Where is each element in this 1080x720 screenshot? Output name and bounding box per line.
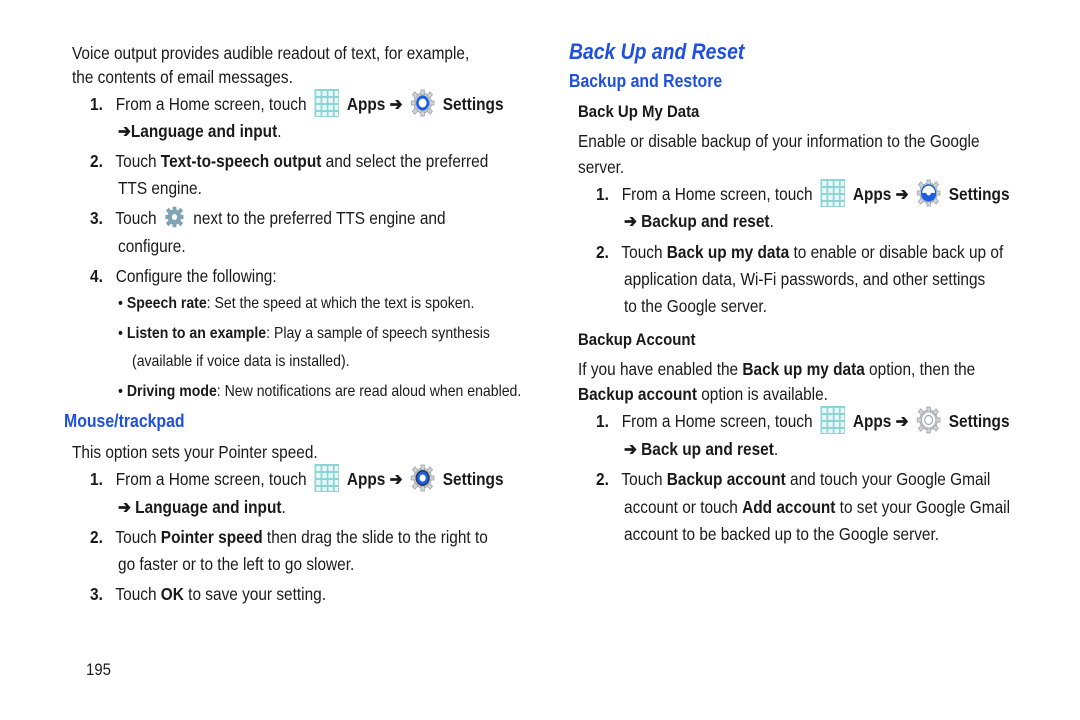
bullet-listen-example-line2: (available if voice data is installed). xyxy=(132,353,350,370)
section2-intro-line1: If you have enabled the Back up my data … xyxy=(578,359,976,379)
section1-intro-line1: Enable or disable backup of your informa… xyxy=(578,131,980,151)
arrow: ➔ xyxy=(389,94,403,114)
step-number: 1. xyxy=(90,94,103,114)
mouse-intro: This option sets your Pointer speed. xyxy=(72,442,318,462)
intro-text-line1: Voice output provides audible readout of… xyxy=(72,43,470,63)
step-3: 3. Touch next to the preferred TTS engin… xyxy=(90,205,446,232)
settings-label: Settings xyxy=(442,94,504,114)
mouse-step-3: 3. Touch OK to save your setting. xyxy=(90,584,327,604)
page-heading: Back Up and Reset xyxy=(569,39,745,64)
section-title-back-up-my-data: Back Up My Data xyxy=(578,102,700,121)
mouse-step-1-line2: ➔ Language and input. xyxy=(118,497,286,517)
step-3-line2: configure. xyxy=(118,236,186,256)
section-heading-mouse-trackpad: Mouse/trackpad xyxy=(64,411,185,431)
section2-intro-line2: Backup account option is available. xyxy=(578,384,828,404)
step-text: From a Home screen, touch xyxy=(115,94,307,114)
backup-step-1: 1. From a Home screen, touch Apps ➔ Sett… xyxy=(596,181,1010,209)
apps-icon xyxy=(820,406,845,434)
account-step-2-line2: account or touch Add account to set your… xyxy=(624,497,1011,517)
step-1: 1. From a Home screen, touch Apps ➔ Sett… xyxy=(90,91,504,119)
subheading: Backup and Restore xyxy=(569,71,723,91)
bullet-listen-example: • Listen to an example: Play a sample of… xyxy=(118,325,490,342)
mouse-step-2-line2: go faster or to the left to go slower. xyxy=(118,554,355,574)
backup-step-2-line3: to the Google server. xyxy=(624,296,767,316)
step-1-line2: ➔Language and input. xyxy=(118,121,282,141)
menu-path: ➔Language and input xyxy=(118,121,278,141)
account-step-1: 1. From a Home screen, touch Apps ➔ Sett… xyxy=(596,408,1010,436)
apps-icon xyxy=(820,179,845,207)
step-2: 2. Touch Text-to-speech output and selec… xyxy=(90,151,489,171)
backup-step-2-line2: application data, Wi-Fi passwords, and o… xyxy=(624,269,986,289)
bullet-speech-rate: • Speech rate: Set the speed at which th… xyxy=(118,295,475,312)
apps-icon xyxy=(314,89,339,117)
apps-icon xyxy=(314,464,339,492)
step-2-line2: TTS engine. xyxy=(118,178,202,198)
mouse-step-2: 2. Touch Pointer speed then drag the sli… xyxy=(90,527,488,547)
page-number: 195 xyxy=(86,660,111,679)
section1-intro-line2: server. xyxy=(578,157,625,177)
intro-text-line2: the contents of email messages. xyxy=(72,67,293,87)
settings-icon xyxy=(410,464,435,492)
bullet-driving-mode: • Driving mode: New notifications are re… xyxy=(118,383,522,400)
settings-icon xyxy=(916,406,941,434)
apps-label: Apps xyxy=(346,94,386,114)
account-step-2: 2. Touch Backup account and touch your G… xyxy=(596,469,991,489)
gear-icon xyxy=(165,207,184,228)
account-step-2-line3: account to be backed up to the Google se… xyxy=(624,524,940,544)
section-title-backup-account: Backup Account xyxy=(578,330,696,349)
account-step-1-line2: ➔ Back up and reset. xyxy=(624,439,779,459)
settings-icon xyxy=(916,179,941,207)
step-4: 4. Configure the following: xyxy=(90,266,277,286)
mouse-step-1: 1. From a Home screen, touch Apps ➔ Sett… xyxy=(90,466,504,494)
backup-step-2: 2. Touch Back up my data to enable or di… xyxy=(596,242,1004,262)
settings-icon xyxy=(410,89,435,117)
backup-step-1-line2: ➔ Backup and reset. xyxy=(624,211,774,231)
